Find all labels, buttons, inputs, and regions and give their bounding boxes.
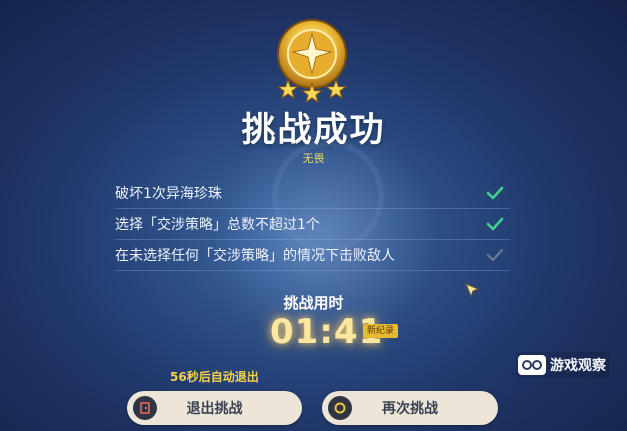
check-icon	[486, 186, 504, 200]
retry-challenge-button[interactable]: 再次挑战	[322, 391, 498, 425]
criteria-item: 选择「交涉策略」总数不超过1个	[115, 209, 510, 240]
criteria-item: 在未选择任何「交涉策略」的情况下击败敌人	[115, 240, 510, 271]
check-icon	[486, 217, 504, 231]
criteria-list: 破坏1次异海珍珠 选择「交涉策略」总数不超过1个 在未选择任何「交涉策略」的情况…	[115, 178, 510, 271]
criteria-item: 破坏1次异海珍珠	[115, 178, 510, 209]
criteria-text: 破坏1次异海珍珠	[115, 186, 222, 202]
retry-circle-icon	[328, 396, 352, 420]
star-rating	[277, 78, 347, 104]
exit-door-icon	[133, 396, 157, 420]
watermark-logo-icon	[518, 355, 546, 375]
retry-challenge-label: 再次挑战	[382, 401, 438, 417]
criteria-text: 选择「交涉策略」总数不超过1个	[115, 217, 320, 233]
watermark-text: 游戏观察	[550, 358, 606, 374]
criteria-text: 在未选择任何「交涉策略」的情况下击败敌人	[115, 248, 395, 264]
result-subtitle: 无畏	[302, 152, 325, 165]
auto-exit-countdown: 56秒后自动退出	[170, 370, 259, 384]
record-badge: 新纪录	[363, 324, 399, 338]
exit-challenge-button[interactable]: 退出挑战	[127, 391, 302, 425]
result-title: 挑战成功	[241, 110, 386, 150]
check-icon-incomplete	[486, 248, 504, 262]
medal-icon	[277, 19, 347, 104]
time-label: 挑战用时	[283, 294, 344, 312]
watermark: 游戏观察	[516, 352, 610, 378]
exit-challenge-label: 退出挑战	[186, 401, 243, 417]
